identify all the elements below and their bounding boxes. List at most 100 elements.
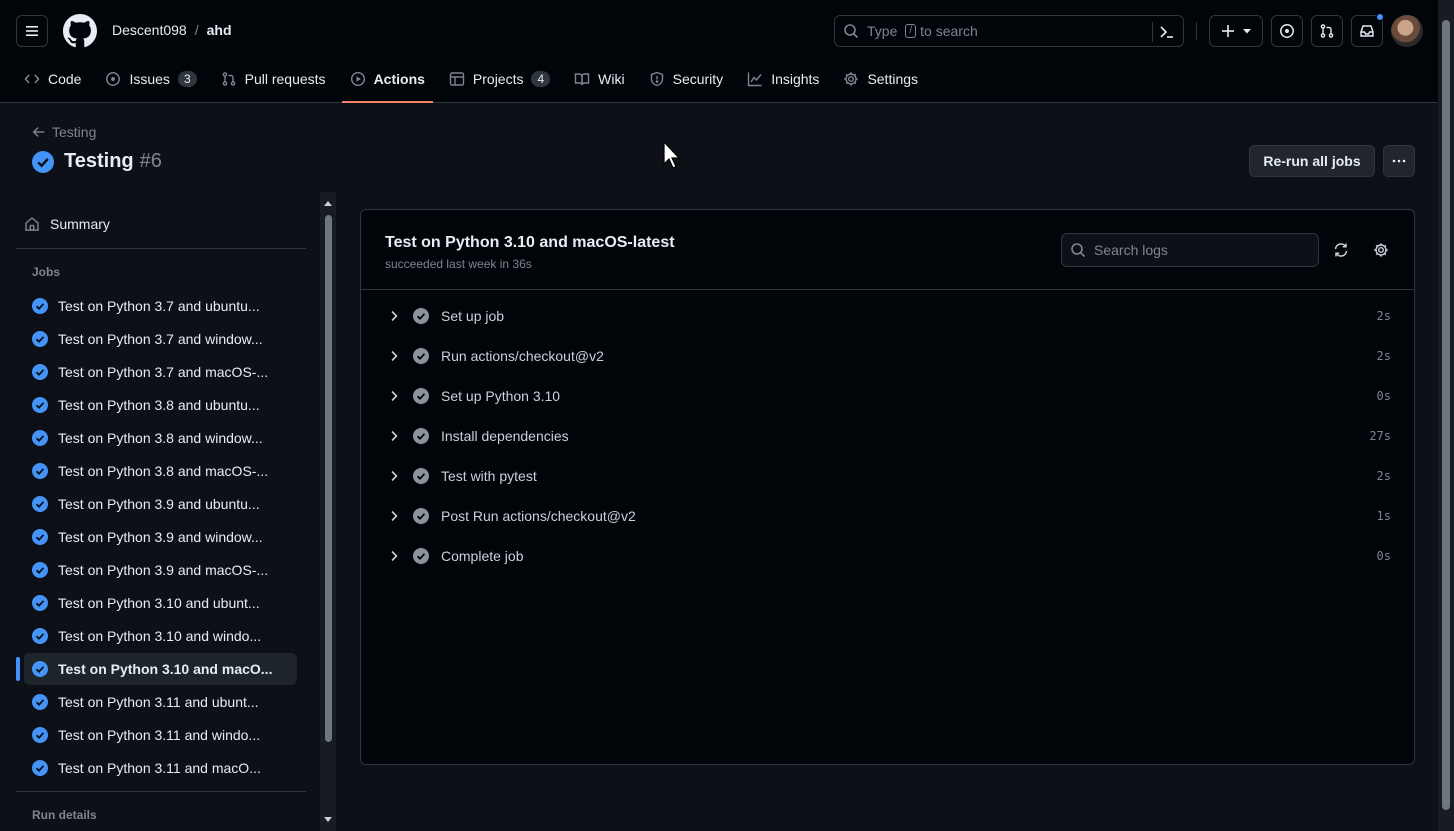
sidebar-divider (16, 791, 306, 792)
search-logs-placeholder: Search logs (1094, 242, 1168, 258)
breadcrumb-separator: / (194, 22, 199, 38)
tab-security[interactable]: Security (641, 62, 732, 96)
issues-button[interactable] (1271, 15, 1303, 47)
check-circle-fill-icon (413, 508, 429, 524)
gear-icon[interactable] (1373, 242, 1389, 258)
sidebar-job-item[interactable]: Test on Python 3.8 and macOS-... (24, 455, 297, 487)
chevron-right-icon[interactable] (385, 348, 403, 364)
chevron-right-icon[interactable] (385, 428, 403, 444)
check-circle-fill-icon (32, 397, 48, 413)
job-step-row[interactable]: Set up job 2s (385, 296, 1391, 336)
repo-name-link[interactable]: ahd (207, 22, 232, 38)
chevron-right-icon[interactable] (385, 548, 403, 564)
sidebar-job-label: Test on Python 3.11 and macO... (58, 760, 261, 776)
check-circle-fill-icon (32, 463, 48, 479)
tab-wiki[interactable]: Wiki (566, 62, 632, 96)
command-palette-icon[interactable] (1157, 22, 1177, 42)
rerun-all-jobs-button[interactable]: Re-run all jobs (1249, 145, 1375, 177)
tab-issues[interactable]: Issues 3 (97, 62, 204, 96)
tab-actions[interactable]: Actions (341, 62, 434, 103)
step-duration: 2s (1376, 309, 1391, 323)
sidebar-job-item[interactable]: Test on Python 3.11 and ubunt... (24, 686, 297, 718)
pull-requests-button[interactable] (1311, 15, 1343, 47)
notification-dot (1376, 13, 1384, 21)
repo-owner-link[interactable]: Descent098 (112, 22, 187, 38)
back-to-workflow-link[interactable]: Testing (32, 124, 96, 140)
shield-icon (650, 71, 663, 87)
step-name: Install dependencies (441, 428, 569, 444)
menu-button[interactable] (16, 15, 48, 47)
search-logs-input[interactable]: Search logs (1061, 233, 1319, 267)
tab-pull-requests[interactable]: Pull requests (213, 62, 334, 96)
refresh-icon[interactable] (1333, 242, 1349, 258)
user-avatar[interactable] (1391, 15, 1423, 47)
job-step-row[interactable]: Post Run actions/checkout@v2 1s (385, 496, 1391, 536)
run-title: Testing (64, 150, 134, 172)
sidebar-job-item[interactable]: Test on Python 3.11 and macO... (24, 752, 297, 784)
sidebar-job-item[interactable]: Test on Python 3.7 and window... (24, 323, 297, 355)
breadcrumb: Descent098 / ahd (112, 22, 232, 38)
sidebar-job-item[interactable]: Test on Python 3.8 and window... (24, 422, 297, 454)
check-circle-fill-icon (32, 694, 48, 710)
hamburger-icon (26, 26, 38, 36)
tab-insights-label: Insights (771, 71, 820, 87)
graph-icon (747, 72, 762, 87)
gear-icon (844, 72, 859, 86)
tab-code[interactable]: Code (16, 62, 89, 96)
check-circle-fill-icon (413, 428, 429, 444)
chevron-right-icon[interactable] (385, 308, 403, 324)
create-new-button[interactable] (1209, 15, 1263, 47)
step-duration: 2s (1376, 469, 1391, 483)
sidebar-scrollbar-thumb[interactable] (325, 215, 332, 742)
tab-code-label: Code (48, 71, 82, 87)
issues-count-badge: 3 (177, 71, 197, 87)
home-icon (25, 217, 39, 231)
search-shortcut-key: / (905, 24, 917, 38)
run-number: #6 (139, 150, 162, 172)
search-icon (844, 24, 859, 39)
sidebar-job-item[interactable]: Test on Python 3.7 and macOS-... (24, 356, 297, 388)
sidebar-job-label: Test on Python 3.10 and windo... (58, 628, 262, 644)
step-name: Set up job (441, 308, 505, 324)
selected-job-indicator (16, 657, 20, 681)
summary-link[interactable]: Summary (24, 208, 110, 240)
check-circle-fill-icon (413, 348, 429, 364)
sidebar-job-label: Test on Python 3.9 and macOS-... (58, 562, 269, 578)
sidebar-job-item[interactable]: Test on Python 3.8 and ubuntu... (24, 389, 297, 421)
sidebar-job-item[interactable]: Test on Python 3.9 and ubuntu... (24, 488, 297, 520)
repo-nav: Code Issues 3 Pull requests Actions Proj… (16, 62, 934, 103)
sidebar-job-label: Test on Python 3.8 and macOS-... (58, 463, 269, 479)
check-circle-fill-icon (32, 364, 48, 380)
global-search-input[interactable]: Type / to search (834, 15, 1184, 47)
job-step-row[interactable]: Test with pytest 2s (385, 456, 1391, 496)
job-step-row[interactable]: Set up Python 3.10 0s (385, 376, 1391, 416)
tab-projects[interactable]: Projects 4 (441, 62, 558, 96)
book-icon (574, 73, 590, 86)
more-options-button[interactable] (1383, 145, 1415, 177)
chevron-right-icon[interactable] (385, 508, 403, 524)
job-step-row[interactable]: Run actions/checkout@v2 2s (385, 336, 1391, 376)
tab-insights[interactable]: Insights (739, 62, 827, 96)
search-placeholder-pre: Type (867, 23, 898, 39)
job-step-row[interactable]: Complete job 0s (385, 536, 1391, 576)
sidebar-job-item[interactable]: Test on Python 3.10 and ubunt... (24, 587, 297, 619)
sidebar-job-item[interactable]: Test on Python 3.9 and window... (24, 521, 297, 553)
sidebar-job-label: Test on Python 3.11 and ubunt... (58, 694, 259, 710)
check-circle-fill-icon (413, 308, 429, 324)
page-scrollbar-thumb[interactable] (1442, 20, 1450, 810)
triangle-down-icon (1243, 29, 1251, 34)
sidebar-job-item[interactable]: Test on Python 3.10 and windo... (24, 620, 297, 652)
sidebar-job-item[interactable]: Test on Python 3.7 and ubuntu... (24, 290, 297, 322)
step-name: Test with pytest (441, 468, 537, 484)
job-step-row[interactable]: Install dependencies 27s (385, 416, 1391, 456)
sidebar-job-item[interactable]: Test on Python 3.10 and macO... (24, 653, 297, 685)
chevron-right-icon[interactable] (385, 388, 403, 404)
header-divider (1196, 22, 1197, 40)
sidebar-job-item[interactable]: Test on Python 3.11 and windo... (24, 719, 297, 751)
chevron-right-icon[interactable] (385, 468, 403, 484)
sidebar-job-label: Test on Python 3.11 and windo... (58, 727, 261, 743)
sidebar-job-label: Test on Python 3.8 and ubuntu... (58, 397, 260, 413)
github-logo-icon[interactable] (63, 14, 97, 48)
tab-settings[interactable]: Settings (835, 62, 926, 96)
sidebar-job-item[interactable]: Test on Python 3.9 and macOS-... (24, 554, 297, 586)
